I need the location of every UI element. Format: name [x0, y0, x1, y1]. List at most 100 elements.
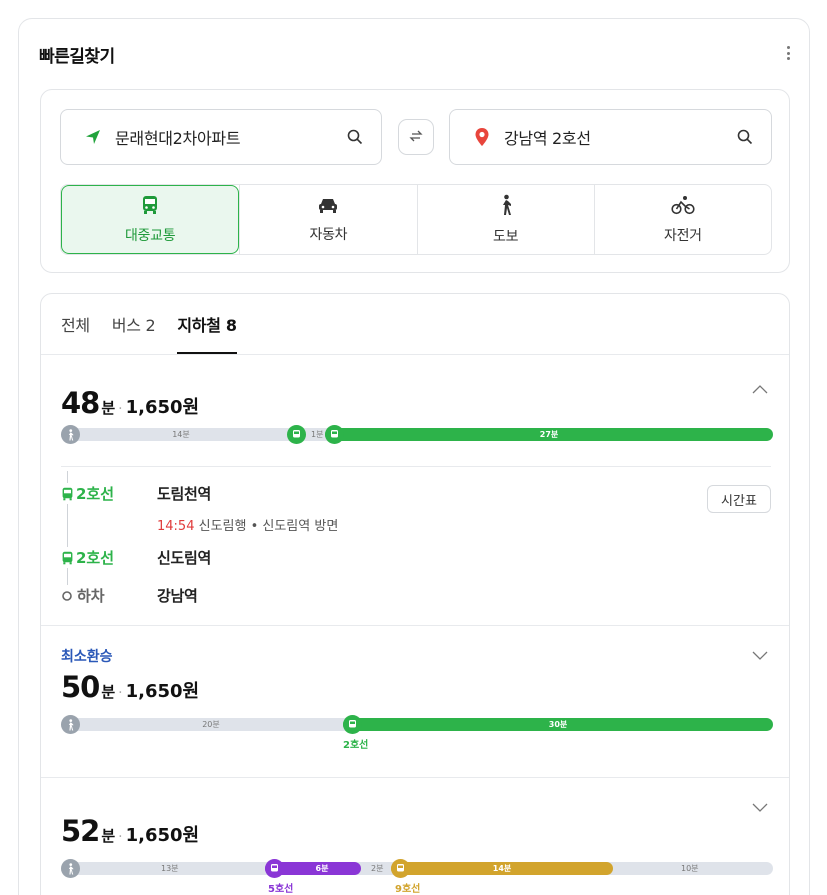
train-direction: 신도림행 • 신도림역 방면 — [198, 519, 339, 534]
transfer-walk-duration: 1분 — [311, 430, 324, 439]
mode-label: 대중교통 — [124, 227, 176, 244]
tab-all[interactable]: 전체 — [61, 312, 90, 354]
route-fare: 1,650원 — [125, 681, 200, 702]
subway-segment: 14분 — [391, 862, 613, 875]
line-badge: 2호선 — [61, 547, 157, 568]
walk-duration: 20분 — [202, 720, 220, 729]
bicycle-icon — [671, 195, 695, 219]
route-summary: 52 분 · 1,650원 — [61, 814, 199, 848]
ride-duration: 30분 — [548, 720, 568, 729]
mode-walk[interactable]: 도보 — [416, 185, 594, 254]
line-label: 5호선 — [268, 884, 294, 895]
subway-segment: 30분 — [343, 718, 773, 731]
result-tabs: 전체 버스 2 지하철 8 — [41, 294, 789, 355]
route-results: 전체 버스 2 지하철 8 48 분 · 1,650원 14분 1분 27분 2… — [40, 293, 790, 895]
departure-time: 14:54 — [157, 519, 195, 534]
route-summary: 48 분 · 1,650원 — [61, 386, 199, 420]
search-icon[interactable] — [735, 127, 755, 147]
walk-duration: 14분 — [172, 430, 190, 439]
route-summary: 50 분 · 1,650원 — [61, 670, 199, 704]
chevron-down-icon[interactable] — [751, 646, 769, 660]
alight-row: 하차 강남역 — [61, 585, 198, 606]
route-duration: 48 — [61, 386, 100, 420]
subway-icon — [265, 859, 284, 878]
walk-segment: 20분 — [61, 718, 361, 731]
walk-icon — [61, 859, 80, 878]
walk-duration: 10분 — [681, 864, 699, 873]
route-timeline-bar: 13분 6분 5호선 2분 14분 9호선 10분 — [61, 859, 773, 895]
destination-text: 강남역 2호선 — [504, 129, 591, 148]
transport-mode-selector: 대중교통 자동차 도보 자전거 — [60, 184, 772, 255]
route-detail: 2호선 도림천역 14:54 신도림행 • 신도림역 방면 시간표 2호선 신도… — [61, 466, 771, 626]
line-label: 9호선 — [395, 884, 421, 895]
line-badge: 2호선 — [61, 483, 157, 504]
swap-icon — [409, 128, 423, 147]
origin-text: 문래현대2차아파트 — [115, 129, 241, 148]
route-duration: 50 — [61, 670, 100, 704]
board-row: 2호선 도림천역 — [61, 483, 211, 504]
search-panel: 문래현대2차아파트 강남역 2호선 대중교통 자동차 도보 자전거 — [40, 89, 790, 273]
tab-subway[interactable]: 지하철 8 — [177, 312, 237, 354]
chevron-up-icon[interactable] — [751, 380, 769, 394]
station-name: 신도림역 — [157, 549, 212, 567]
route-duration-unit: 분 — [101, 399, 116, 417]
tab-bus[interactable]: 버스 2 — [112, 312, 156, 354]
departure-info: 14:54 신도림행 • 신도림역 방면 — [157, 515, 338, 534]
bus-icon — [141, 195, 159, 219]
mode-car[interactable]: 자동차 — [239, 185, 416, 254]
subway-icon — [343, 715, 362, 734]
route-tag: 최소환승 — [61, 649, 113, 665]
destination-field[interactable]: 강남역 2호선 — [449, 109, 772, 165]
route-duration-unit: 분 — [101, 683, 116, 701]
ride-duration: 6분 — [315, 864, 329, 873]
walk-duration: 2분 — [371, 864, 384, 873]
car-icon — [317, 196, 339, 218]
route-duration: 52 — [61, 814, 100, 848]
route-timeline-bar: 14분 1분 27분 — [61, 425, 773, 444]
subway-icon — [325, 425, 344, 444]
route-item[interactable]: 최소환승 50 분 · 1,650원 20분 30분 2호선 — [41, 626, 789, 778]
walk-icon — [498, 194, 514, 220]
mode-bicycle[interactable]: 자전거 — [593, 185, 771, 254]
station-name: 도림천역 — [157, 485, 212, 503]
walk-segment: 14분 — [61, 428, 301, 441]
subway-segment: 27분 — [325, 428, 773, 441]
route-fare: 1,650원 — [125, 397, 200, 418]
separator-dot: · — [118, 401, 123, 417]
route-item[interactable]: 48 분 · 1,650원 14분 1분 27분 2호선 도림천역 14:54 … — [41, 356, 789, 626]
separator-dot: · — [118, 685, 123, 701]
line-name: 2호선 — [76, 549, 115, 567]
subway-icon — [287, 425, 306, 444]
page-title: 빠른길찾기 — [39, 47, 115, 67]
line-label: 2호선 — [343, 740, 369, 751]
alight-label: 하차 — [77, 587, 105, 605]
ride-duration: 27분 — [539, 430, 559, 439]
subway-icon — [391, 859, 410, 878]
route-fare: 1,650원 — [125, 825, 200, 846]
ride-duration: 14분 — [492, 864, 512, 873]
location-arrow-icon — [83, 127, 103, 147]
line-name: 2호선 — [76, 485, 115, 503]
separator-dot: · — [118, 829, 123, 845]
origin-field[interactable]: 문래현대2차아파트 — [60, 109, 382, 165]
walk-icon — [61, 715, 80, 734]
more-options-icon[interactable] — [783, 43, 793, 63]
mode-transit[interactable]: 대중교통 — [61, 185, 240, 254]
mode-label: 도보 — [493, 228, 519, 245]
route-timeline-bar: 20분 30분 2호선 — [61, 715, 773, 751]
mode-label: 자동차 — [309, 226, 348, 243]
search-icon[interactable] — [345, 127, 365, 147]
walk-icon — [61, 425, 80, 444]
route-item[interactable]: 52 분 · 1,650원 13분 6분 5호선 2분 14분 9호선 10분 — [41, 778, 789, 895]
route-duration-unit: 분 — [101, 827, 116, 845]
mode-label: 자전거 — [664, 227, 702, 244]
timetable-button[interactable]: 시간표 — [707, 485, 771, 513]
chevron-down-icon[interactable] — [751, 798, 769, 812]
swap-button[interactable] — [398, 119, 434, 155]
location-pin-icon — [472, 127, 492, 147]
walk-duration: 13분 — [161, 864, 179, 873]
route-finder-card: 빠른길찾기 문래현대2차아파트 강남역 2호선 대중교통 자동차 도보 자전거 … — [18, 18, 810, 895]
station-name: 강남역 — [157, 587, 198, 605]
alight-badge: 하차 — [61, 585, 157, 606]
transfer-row: 2호선 신도림역 — [61, 547, 211, 568]
